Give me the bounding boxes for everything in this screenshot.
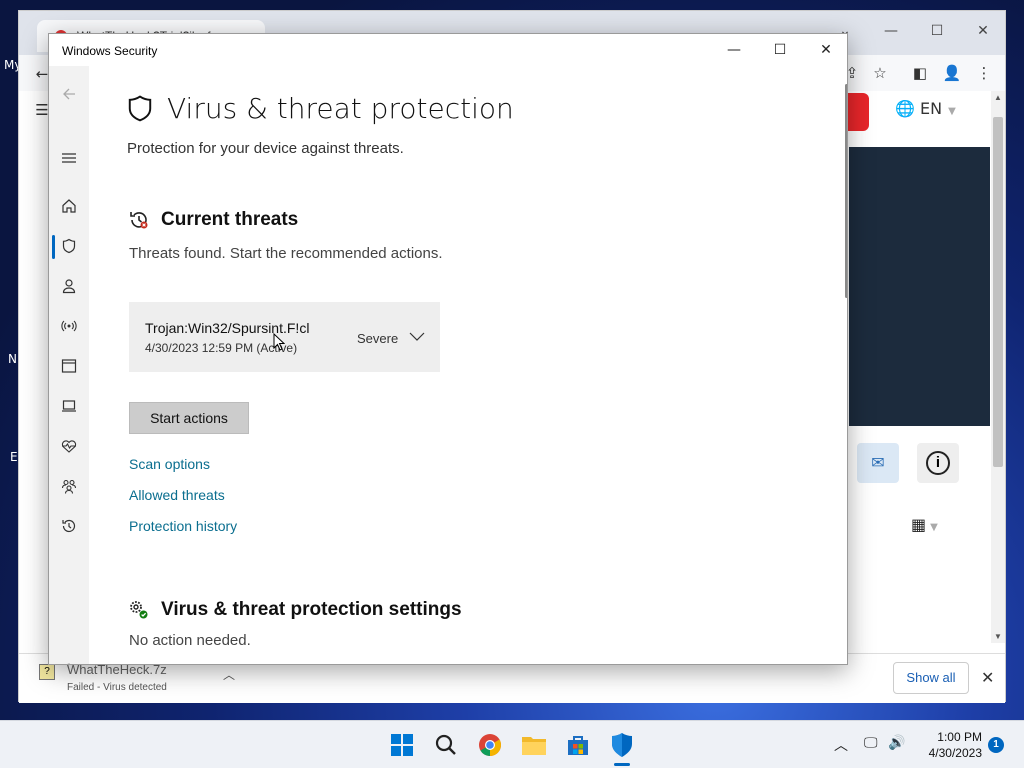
start-actions-button[interactable]: Start actions: [129, 402, 249, 434]
active-app-indicator: [614, 763, 630, 766]
current-threats-heading: Current threats: [129, 209, 298, 231]
page-title-text: Virus & threat protection: [167, 92, 514, 125]
maximize-button[interactable]: ☐: [757, 34, 803, 66]
clock-date: 4/30/2023: [928, 746, 982, 760]
window-title: Windows Security: [62, 44, 158, 58]
scan-options-link[interactable]: Scan options: [129, 456, 210, 472]
chrome-icon[interactable]: [474, 729, 506, 761]
back-arrow-icon[interactable]: [57, 82, 81, 106]
download-status: Failed - Virus detected: [67, 682, 167, 693]
info-icon: i: [926, 451, 950, 475]
desktop-icon-label[interactable]: E: [10, 450, 18, 464]
family-options-icon[interactable]: [57, 474, 81, 498]
minimize-button[interactable]: —: [711, 34, 757, 66]
page-scrollbar[interactable]: ▲ ▼: [991, 91, 1005, 643]
close-button[interactable]: ✕: [803, 34, 847, 66]
protection-history-link[interactable]: Protection history: [129, 518, 237, 534]
chevron-up-icon[interactable]: ︿: [223, 666, 235, 683]
settings-description: No action needed.: [129, 632, 251, 649]
search-icon[interactable]: [430, 729, 462, 761]
archive-file-icon: ?: [39, 664, 55, 680]
windows-security-window: Windows Security — ☐ ✕ Virus & threat pr…: [48, 33, 848, 665]
taskbar: ︿ 🖵 🔊 1:00 PM 4/30/2023 1: [0, 720, 1024, 768]
info-button[interactable]: i: [917, 443, 959, 483]
shield-icon[interactable]: [57, 234, 81, 258]
clock[interactable]: 1:00 PM 4/30/2023: [918, 729, 982, 761]
mouse-cursor-icon: [273, 333, 285, 351]
language-selector[interactable]: 🌐 EN ▼: [895, 99, 956, 118]
file-explorer-icon[interactable]: [518, 729, 550, 761]
globe-icon: 🌐: [895, 99, 915, 118]
caret-down-icon: ▼: [948, 106, 956, 117]
microsoft-store-icon[interactable]: [562, 729, 594, 761]
account-icon[interactable]: [57, 274, 81, 298]
shield-icon: [128, 94, 152, 121]
firewall-network-icon[interactable]: [57, 314, 81, 338]
windows-security-shield-icon[interactable]: [606, 729, 638, 761]
hamburger-menu-icon[interactable]: [57, 146, 81, 170]
window-scrollbar-thumb[interactable]: [845, 84, 847, 298]
clock-time: 1:00 PM: [937, 730, 982, 744]
network-icon[interactable]: 🖵: [864, 735, 878, 751]
bookmark-star-icon[interactable]: ☆: [869, 62, 891, 84]
active-indicator: [52, 235, 55, 259]
desktop-icon-label[interactable]: N: [8, 352, 17, 366]
section-title: Current threats: [161, 209, 299, 230]
grid-view-icon[interactable]: ▦ ▼: [911, 515, 938, 534]
device-security-icon[interactable]: [57, 394, 81, 418]
profile-avatar-icon[interactable]: 👤: [941, 62, 963, 84]
scrollbar-thumb[interactable]: [993, 117, 1003, 467]
app-browser-control-icon[interactable]: [57, 354, 81, 378]
chevron-up-icon[interactable]: ︿: [834, 735, 848, 755]
mail-icon[interactable]: ✉: [857, 443, 899, 483]
browser-close-button[interactable]: ✕: [963, 17, 1003, 45]
navigation-sidebar: [49, 66, 89, 664]
section-title: Virus & threat protection settings: [161, 599, 462, 620]
show-all-button[interactable]: Show all: [893, 662, 969, 694]
side-panel-icon[interactable]: ◧: [909, 62, 931, 84]
device-performance-icon[interactable]: [57, 434, 81, 458]
protection-history-icon[interactable]: [57, 514, 81, 538]
chevron-down-icon[interactable]: [409, 328, 425, 344]
browser-minimize-button[interactable]: —: [871, 17, 911, 45]
close-icon[interactable]: ✕: [981, 668, 994, 687]
page-subtitle: Protection for your device against threa…: [127, 140, 404, 157]
allowed-threats-link[interactable]: Allowed threats: [129, 487, 225, 503]
threat-severity: Severe: [357, 331, 399, 346]
titlebar: Windows Security — ☐ ✕: [49, 34, 847, 66]
download-item[interactable]: ? WhatTheHeck.7z Failed - Virus detected…: [39, 660, 253, 698]
notification-badge[interactable]: 1: [988, 737, 1004, 753]
start-windows-icon[interactable]: [386, 729, 418, 761]
browser-menu-icon[interactable]: ⋮: [973, 62, 995, 84]
settings-gear-icon[interactable]: [57, 658, 81, 664]
language-label: EN: [920, 99, 943, 118]
volume-icon[interactable]: 🔊: [888, 735, 905, 751]
page-title: Virus & threat protection: [127, 92, 514, 125]
settings-check-icon: [130, 601, 148, 619]
browser-maximize-button[interactable]: ☐: [917, 17, 957, 45]
scroll-up-icon[interactable]: ▲: [994, 93, 1002, 102]
page-hero-banner: [849, 147, 990, 426]
threat-history-alert-icon: [130, 212, 148, 229]
caret-down-icon: ▼: [930, 522, 938, 533]
scroll-down-icon[interactable]: ▼: [994, 632, 1002, 641]
threats-description: Threats found. Start the recommended act…: [129, 245, 443, 262]
settings-heading: Virus & threat protection settings: [129, 599, 462, 621]
home-icon[interactable]: [57, 194, 81, 218]
